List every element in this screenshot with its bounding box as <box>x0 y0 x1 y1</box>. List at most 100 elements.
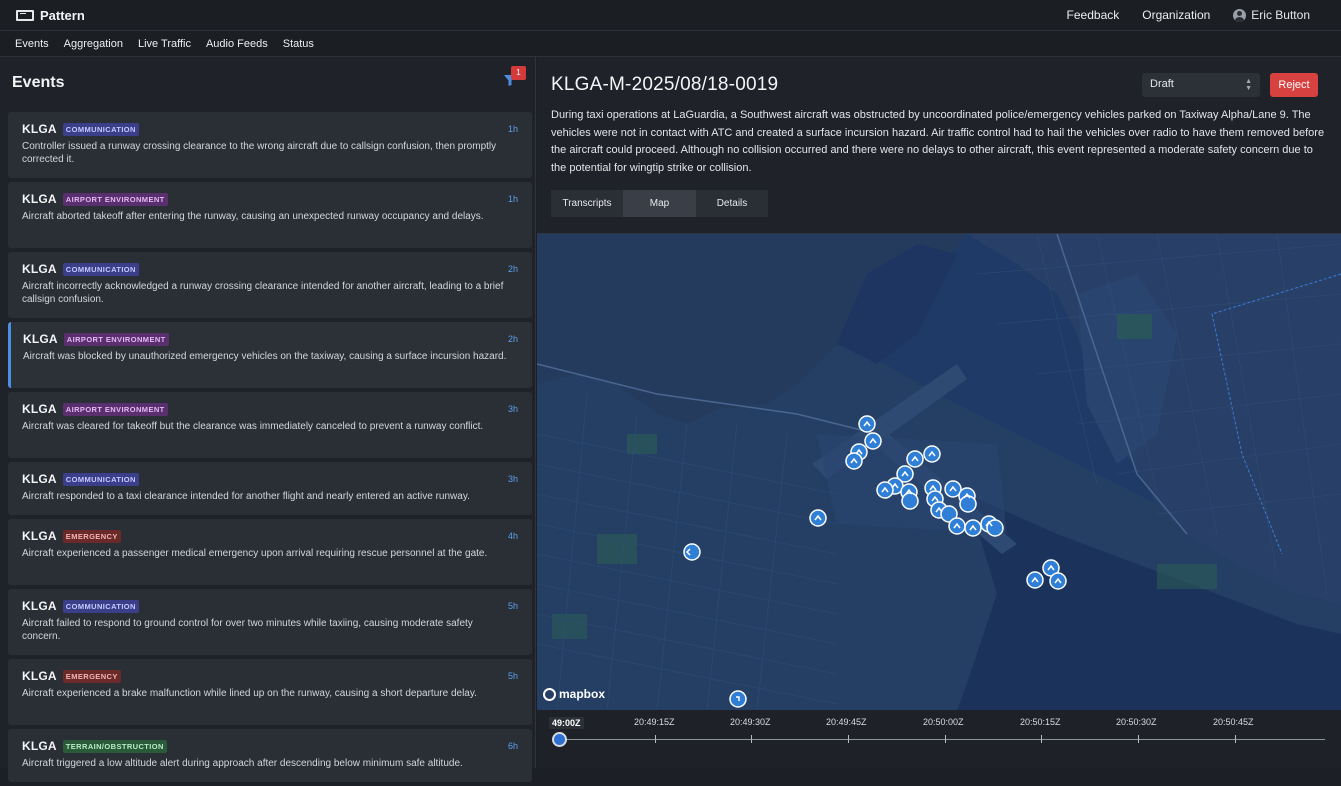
event-age: 4h <box>507 531 518 541</box>
timeline-label: 20:50:15Z <box>1020 717 1061 727</box>
status-select[interactable]: Draft ▲ ▼ <box>1142 73 1260 97</box>
airport-code: KLGA <box>22 122 57 136</box>
event-card[interactable]: KLGA AIRPORT ENVIRONMENT 2h Aircraft was bl… <box>8 322 532 388</box>
events-list: KLGA COMMUNICATION 1h Controller issued a r… <box>8 112 533 786</box>
category-tag: AIRPORT ENVIRONMENT <box>62 402 168 416</box>
event-description: Aircraft experienced a passenger medical… <box>22 548 488 559</box>
event-card[interactable]: KLGA COMMUNICATION 1h Controller issued a r… <box>8 112 532 178</box>
timeline-track[interactable] <box>559 739 1325 740</box>
filter-count-badge: 1 <box>511 66 526 80</box>
event-card[interactable]: KLGA AIRPORT ENVIRONMENT 1h Aircraft aborte… <box>8 182 532 248</box>
category-tag: EMERGENCY <box>62 669 121 683</box>
event-card-header: KLGA COMMUNICATION <box>22 599 518 613</box>
event-card[interactable]: KLGA COMMUNICATION 5h Aircraft failed to re… <box>8 589 532 655</box>
organization-link[interactable]: Organization <box>1142 8 1210 22</box>
event-description: Aircraft was blocked by unauthorized eme… <box>23 351 507 362</box>
nav-events[interactable]: Events <box>15 38 49 50</box>
timeline-label: 20:50:30Z <box>1116 717 1157 727</box>
event-description: Aircraft experienced a brake malfunction… <box>22 688 477 699</box>
timeline-tick <box>655 735 656 743</box>
event-age: 2h <box>507 264 518 274</box>
main-nav: Events Aggregation Live Traffic Audio Fe… <box>0 31 1341 57</box>
top-links: Feedback Organization Eric Button <box>1044 8 1310 22</box>
user-avatar-icon <box>1233 8 1247 22</box>
category-tag: AIRPORT ENVIRONMENT <box>63 332 169 346</box>
brand[interactable]: Pattern <box>16 8 85 23</box>
timeline-label-current: 49:00Z <box>549 717 584 729</box>
event-card[interactable]: KLGA COMMUNICATION 3h Aircraft responded to… <box>8 462 532 515</box>
category-tag: COMMUNICATION <box>62 262 139 276</box>
timeline-label: 20:49:15Z <box>634 717 675 727</box>
event-card[interactable]: KLGA EMERGENCY 5h Aircraft experienced a br… <box>8 659 532 725</box>
event-title: KLGA-M-2025/08/18-0019 <box>551 74 779 95</box>
map-canvas[interactable] <box>537 234 1341 710</box>
reject-button[interactable]: Reject <box>1270 73 1318 97</box>
mapbox-logo-icon <box>543 687 556 701</box>
airport-code: KLGA <box>22 739 57 753</box>
event-detail: KLGA-M-2025/08/18-0019 Draft ▲ ▼ Reject D… <box>537 57 1341 768</box>
event-description: Aircraft failed to respond to ground con… <box>22 618 473 642</box>
event-card-header: KLGA AIRPORT ENVIRONMENT <box>22 402 518 416</box>
user-name: Eric Button <box>1251 8 1310 22</box>
event-card[interactable]: KLGA EMERGENCY 4h Aircraft experienced a pa… <box>8 519 532 585</box>
events-title: Events <box>12 74 65 91</box>
event-age: 2h <box>507 334 518 344</box>
event-card[interactable]: KLGA COMMUNICATION 2h Aircraft incorrectly … <box>8 252 532 318</box>
timeline-label: 20:49:45Z <box>826 717 867 727</box>
event-age: 3h <box>507 404 518 414</box>
event-card-header: KLGA AIRPORT ENVIRONMENT <box>22 192 518 206</box>
event-card-header: KLGA EMERGENCY <box>22 529 518 543</box>
detail-tabs: Transcripts Map Details <box>551 190 768 217</box>
event-age: 1h <box>507 124 518 134</box>
event-age: 1h <box>507 194 518 204</box>
event-description: Aircraft incorrectly acknowledged a runw… <box>22 281 504 305</box>
event-card[interactable]: KLGA TERRAIN/OBSTRUCTION 6h Aircraft trigge… <box>8 729 532 782</box>
pattern-logo-icon <box>16 9 34 21</box>
mapbox-attribution[interactable]: mapbox <box>543 687 605 701</box>
timeline-scrubber-handle[interactable] <box>552 732 567 747</box>
user-menu[interactable]: Eric Button <box>1233 8 1310 22</box>
timeline[interactable]: 49:00Z 20:49:15Z 20:49:30Z 20:49:45Z 20:… <box>537 710 1341 768</box>
event-card-header: KLGA COMMUNICATION <box>22 472 518 486</box>
event-card-header: KLGA AIRPORT ENVIRONMENT <box>23 332 518 346</box>
mapbox-text: mapbox <box>559 687 606 701</box>
event-card-header: KLGA COMMUNICATION <box>22 262 518 276</box>
event-card-header: KLGA EMERGENCY <box>22 669 518 683</box>
tab-details[interactable]: Details <box>696 190 768 217</box>
nav-status[interactable]: Status <box>283 38 314 50</box>
nav-aggregation[interactable]: Aggregation <box>64 38 123 50</box>
event-description: Aircraft triggered a low altitude alert … <box>22 758 463 769</box>
timeline-label: 20:50:45Z <box>1213 717 1254 727</box>
timeline-tick <box>1235 735 1236 743</box>
event-age: 3h <box>507 474 518 484</box>
event-age: 5h <box>507 671 518 681</box>
category-tag: TERRAIN/OBSTRUCTION <box>62 739 167 753</box>
tab-map[interactable]: Map <box>623 190 696 217</box>
airport-code: KLGA <box>22 192 57 206</box>
nav-audio-feeds[interactable]: Audio Feeds <box>206 38 268 50</box>
timeline-tick <box>751 735 752 743</box>
airport-code: KLGA <box>22 262 57 276</box>
feedback-link[interactable]: Feedback <box>1067 8 1120 22</box>
category-tag: COMMUNICATION <box>62 599 139 613</box>
airport-code: KLGA <box>22 402 57 416</box>
timeline-tick <box>945 735 946 743</box>
event-card[interactable]: KLGA AIRPORT ENVIRONMENT 3h Aircraft was cl… <box>8 392 532 458</box>
event-card-header: KLGA TERRAIN/OBSTRUCTION <box>22 739 518 753</box>
airport-code: KLGA <box>22 529 57 543</box>
event-summary: During taxi operations at LaGuardia, a S… <box>551 109 1325 174</box>
category-tag: COMMUNICATION <box>62 122 139 136</box>
event-description: Controller issued a runway crossing clea… <box>22 141 497 165</box>
category-tag: COMMUNICATION <box>62 472 139 486</box>
nav-live-traffic[interactable]: Live Traffic <box>138 38 191 50</box>
airport-code: KLGA <box>22 599 57 613</box>
timeline-tick <box>1138 735 1139 743</box>
timeline-label: 20:49:30Z <box>730 717 771 727</box>
events-panel: Events 1 KLGA COMMUNICATION 1h Controller i… <box>0 57 536 782</box>
event-age: 6h <box>507 741 518 751</box>
category-tag: EMERGENCY <box>62 529 121 543</box>
airport-code: KLGA <box>23 332 58 346</box>
map-view[interactable]: mapbox <box>537 233 1341 710</box>
timeline-label: 20:50:00Z <box>923 717 964 727</box>
tab-transcripts[interactable]: Transcripts <box>551 190 623 217</box>
